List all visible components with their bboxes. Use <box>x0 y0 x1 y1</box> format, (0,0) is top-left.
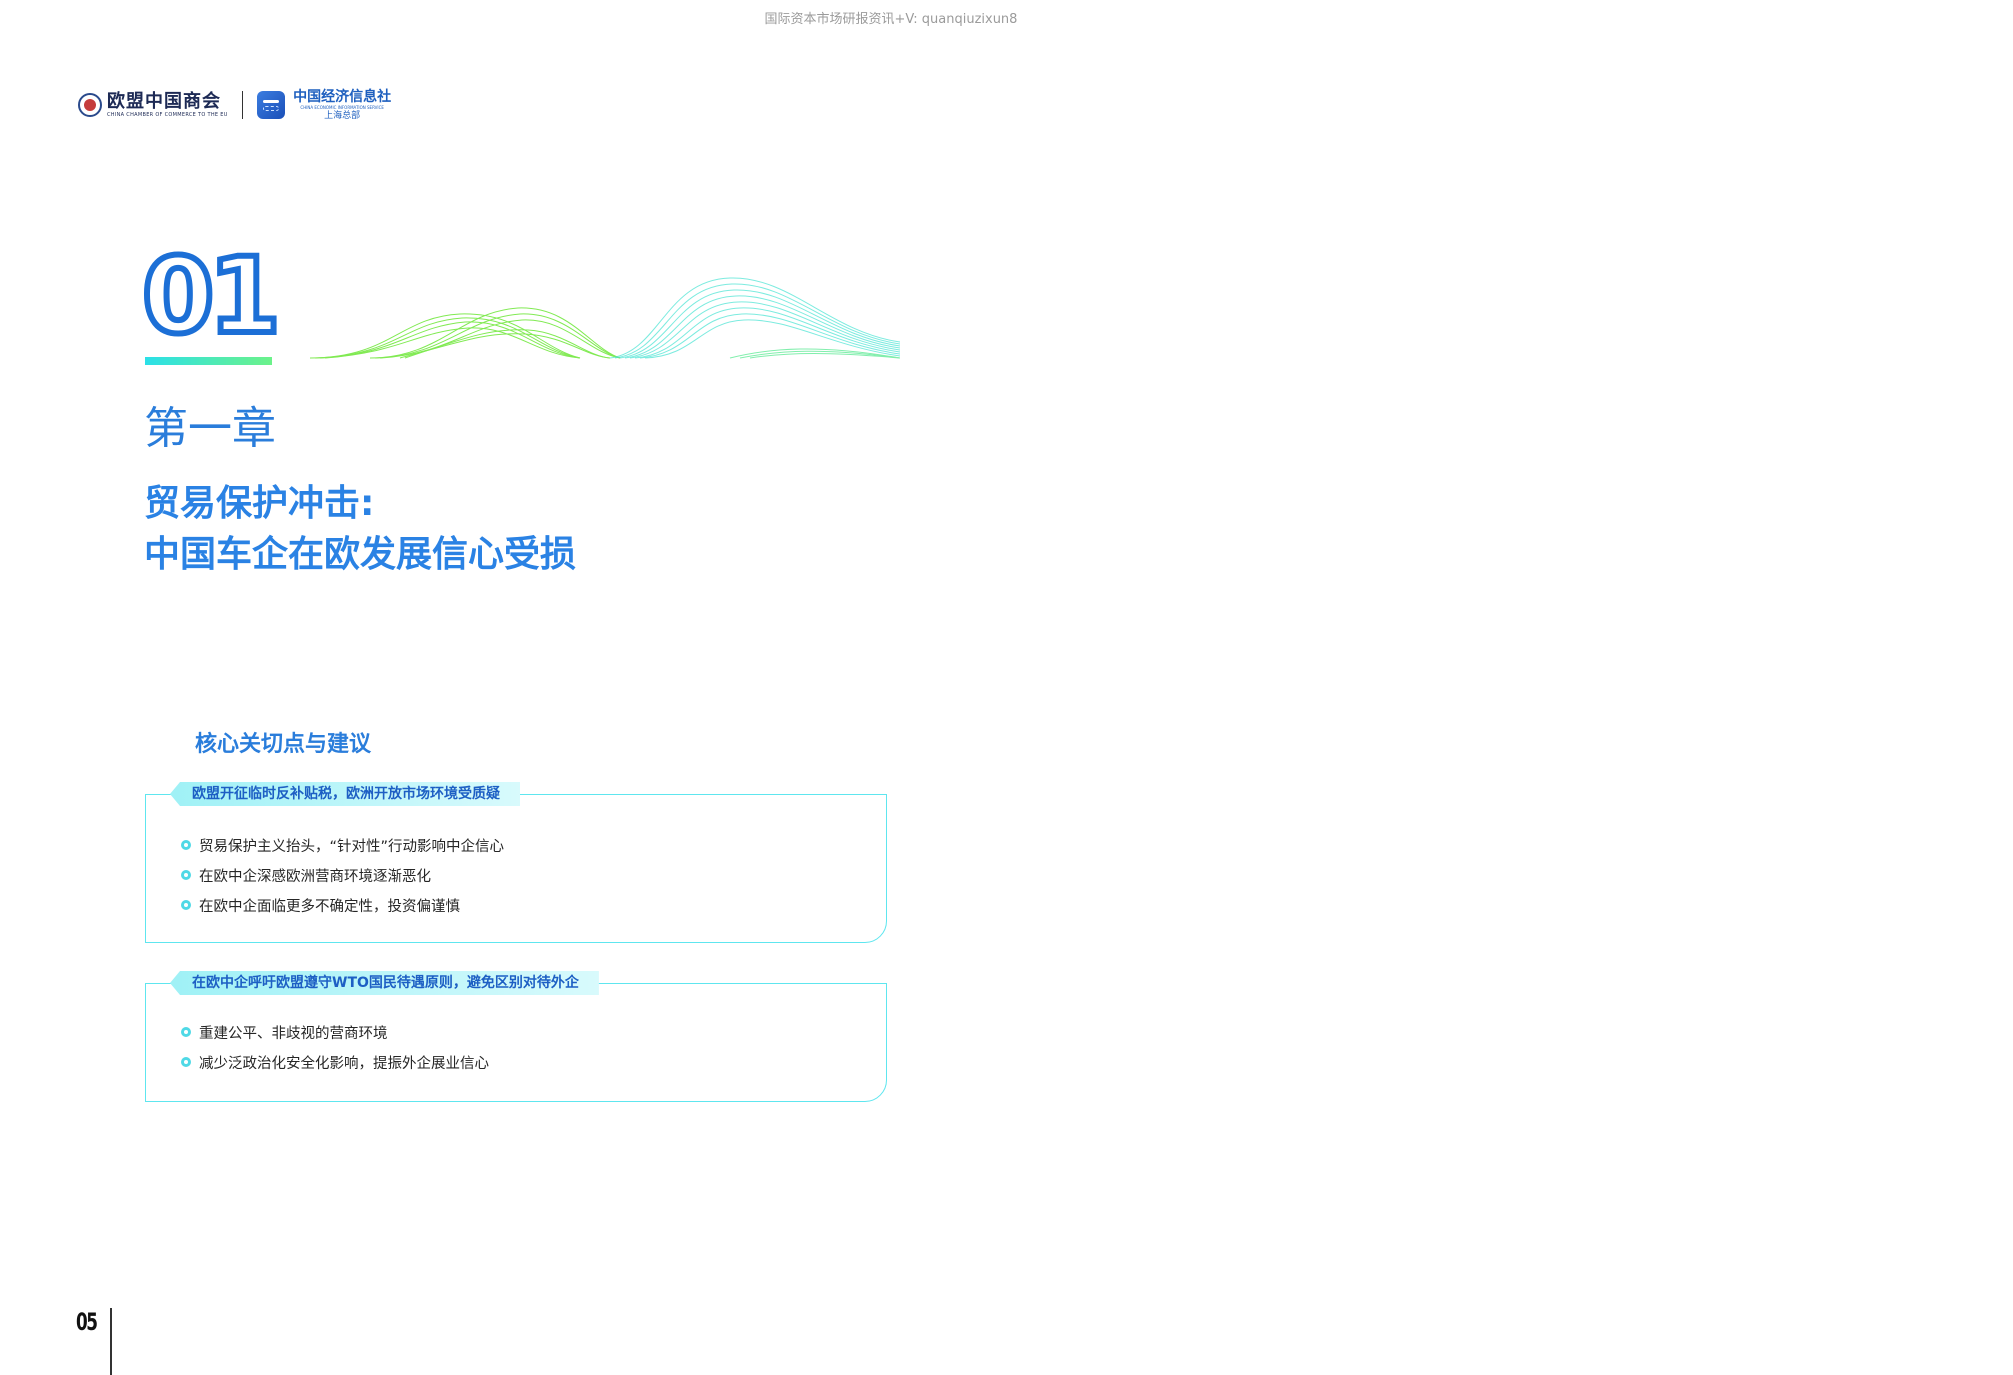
bullet-icon <box>181 1057 191 1067</box>
cyan-wave-ribbon <box>609 277 900 359</box>
watermark-text: 国际资本市场研报资讯+V: quanqiuzixun8 <box>764 12 1018 27</box>
key-point-box-2: 在欧中企呼吁欧盟遵守WTO国民待遇原则，避免区别对待外企 重建公平、非歧视的营商… <box>145 971 887 1102</box>
list-item: 在欧中企深感欧洲营商环境逐渐恶化 <box>181 860 504 890</box>
decorative-wave <box>145 277 900 365</box>
green-wave-ribbon <box>309 307 621 359</box>
list-item-text: 在欧中企面临更多不确定性，投资偏谨慎 <box>199 898 460 915</box>
green-tail-ribbon <box>729 348 900 359</box>
logo-divider <box>241 91 244 119</box>
box-title: 欧盟开征临时反补贴税，欧洲开放市场环境受质疑 <box>170 782 520 806</box>
cei-logo: 中国经济信息社 CHINA ECONOMIC INFORMATION SERVI… <box>293 90 391 121</box>
list-item-text: 在欧中企深感欧洲营商环境逐渐恶化 <box>199 868 431 885</box>
page-number: 05 <box>76 1308 98 1336</box>
footer-rule <box>110 1308 112 1375</box>
bullet-icon <box>181 1027 191 1037</box>
cei-branch: 上海总部 <box>324 110 361 121</box>
bullet-icon <box>181 870 191 880</box>
box-title: 在欧中企呼吁欧盟遵守WTO国民待遇原则，避免区别对待外企 <box>170 971 599 995</box>
cei-name: 中国经济信息社 <box>293 88 392 105</box>
chapter-title-line-1: 贸易保护冲击: <box>144 483 375 524</box>
chamber-name: 欧盟中国商会 <box>107 90 221 112</box>
cei-english-name: CHINA ECONOMIC INFORMATION SERVICE <box>300 104 384 110</box>
chapter-title: 贸易保护冲击: 中国车企在欧发展信心受损 <box>144 478 576 580</box>
header-logos: 欧盟中国商会 CHINA CHAMBER OF COMMERCE TO THE … <box>78 88 391 122</box>
list-item-text: 贸易保护主义抬头，“针对性”行动影响中企信心 <box>199 838 505 855</box>
key-point-box-1: 欧盟开征临时反补贴税，欧洲开放市场环境受质疑 贸易保护主义抬头，“针对性”行动影… <box>145 782 887 943</box>
cei-logo-icon <box>257 91 286 119</box>
list-item-text: 减少泛政治化安全化影响，提振外企展业信心 <box>199 1055 489 1072</box>
bullet-icon <box>181 840 191 850</box>
list-item: 在欧中企面临更多不确定性，投资偏谨慎 <box>181 890 504 920</box>
list-item: 贸易保护主义抬头，“针对性”行动影响中企信心 <box>181 830 504 860</box>
list-item: 重建公平、非歧视的营商环境 <box>181 1017 489 1047</box>
chapter-label: 第一章 <box>144 403 276 454</box>
key-points-heading: 核心关切点与建议 <box>195 732 372 757</box>
list-item: 减少泛政治化安全化影响，提振外企展业信心 <box>181 1047 489 1077</box>
chamber-logo: 欧盟中国商会 CHINA CHAMBER OF COMMERCE TO THE … <box>107 90 228 118</box>
box-list: 贸易保护主义抬头，“针对性”行动影响中企信心 在欧中企深感欧洲营商环境逐渐恶化 … <box>181 830 504 920</box>
bullet-icon <box>181 900 191 910</box>
accent-bar <box>145 357 272 365</box>
box-list: 重建公平、非歧视的营商环境 减少泛政治化安全化影响，提振外企展业信心 <box>181 1017 489 1077</box>
list-item-text: 重建公平、非歧视的营商环境 <box>199 1025 388 1042</box>
chapter-title-line-2: 中国车企在欧发展信心受损 <box>144 534 577 575</box>
chamber-seal-icon <box>78 93 102 117</box>
chamber-english-name: CHINA CHAMBER OF COMMERCE TO THE EU <box>107 111 228 118</box>
